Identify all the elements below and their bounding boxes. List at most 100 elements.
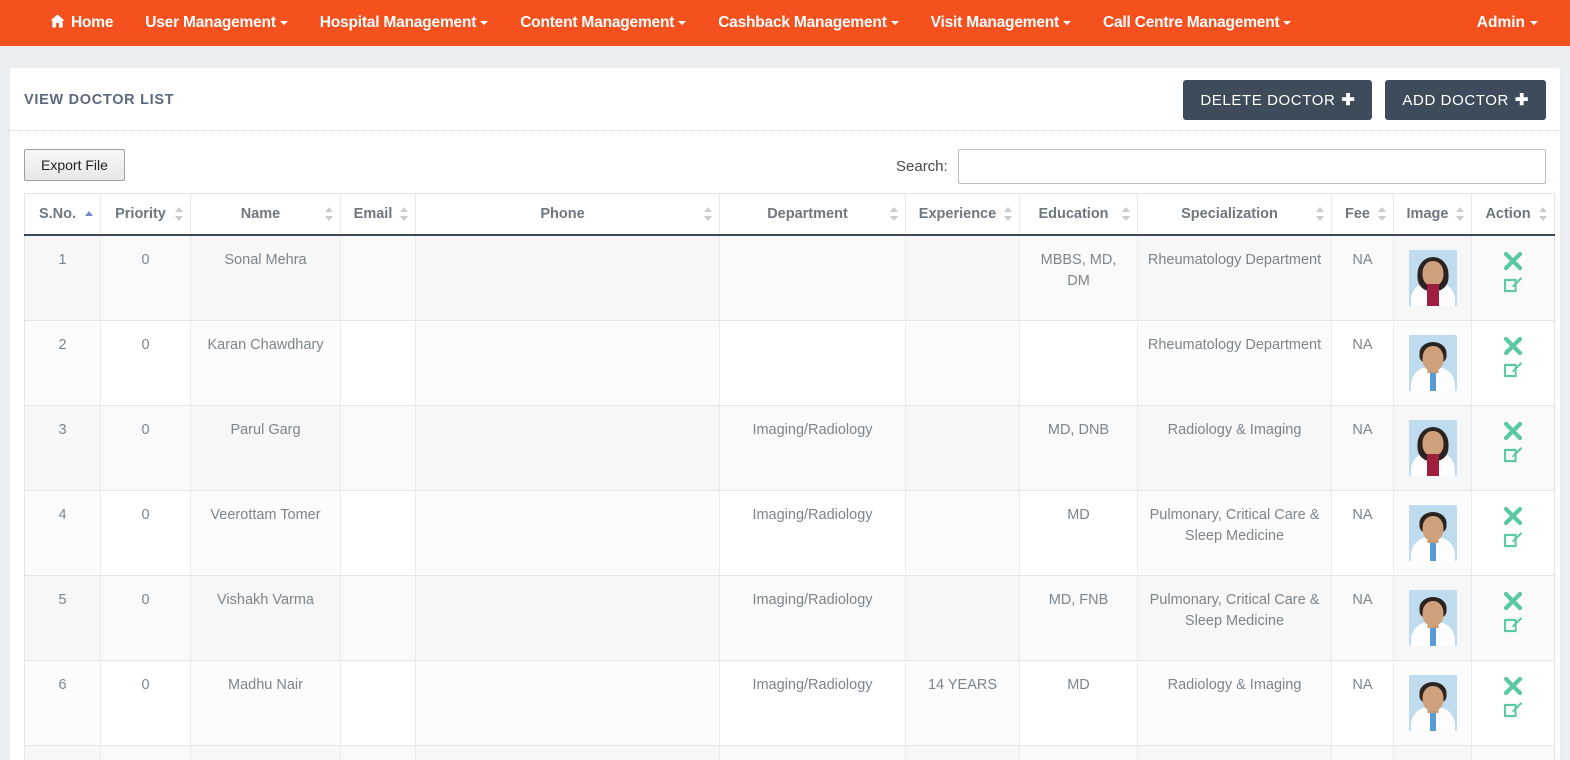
cell-image <box>1393 575 1472 661</box>
export-file-button[interactable]: Export File <box>24 149 125 181</box>
cell-specialization-text: Rheumatology Department <box>1147 337 1322 353</box>
cell-email <box>340 575 416 661</box>
table-row: 5 0 Vishakh Varma Imaging/Radiology MD, FNB P… <box>24 575 1555 661</box>
column-header-action[interactable]: Action <box>1471 193 1555 236</box>
table-row: 3 0 Parul Garg Imaging/Radiology MD, DNB Radi… <box>24 405 1555 491</box>
cell-sno: 5 <box>24 575 101 661</box>
nav-item-visit-management[interactable]: Visit Management <box>915 0 1087 46</box>
nav-item-home[interactable]: Home <box>34 0 129 46</box>
column-header-email[interactable]: Email <box>340 193 416 236</box>
delete-doctor-button[interactable]: DELETE DOCTOR ✚ <box>1183 80 1373 120</box>
cell-education-text: MD, DNB <box>1047 422 1110 438</box>
delete-icon[interactable] <box>1502 420 1524 442</box>
column-header-name[interactable]: Name <box>190 193 341 236</box>
column-header-s-no-[interactable]: S.No. <box>24 193 101 236</box>
cell-department-text: Imaging/Radiology <box>752 422 873 438</box>
nav-item-label: Home <box>71 14 114 31</box>
card-header: VIEW DOCTOR LIST DELETE DOCTOR ✚ ADD DOCT… <box>10 68 1560 131</box>
card-header-actions: DELETE DOCTOR ✚ ADD DOCTOR ✚ <box>1183 80 1546 120</box>
nav-item-hospital-management[interactable]: Hospital Management <box>304 0 504 46</box>
search-container: Search: <box>896 149 1546 184</box>
delete-icon[interactable] <box>1502 505 1524 527</box>
cell-education: MD, IDCC <box>1019 745 1138 760</box>
cell-name: Veerottam Tomer <box>190 490 341 576</box>
sort-arrows-icon <box>1122 206 1131 222</box>
cell-name: Parul Garg <box>190 405 341 491</box>
cell-sno: 7 <box>24 745 101 760</box>
cell-specialization-text: Pulmonary, Critical Care & Sleep Medicin… <box>1149 592 1320 629</box>
cell-name: Sonal Mehra <box>190 235 341 321</box>
cell-fee: NA <box>1331 745 1394 760</box>
doctor-photo-female <box>1408 420 1457 476</box>
cell-image <box>1393 745 1472 760</box>
cell-priority: 0 <box>100 575 191 661</box>
column-header-education[interactable]: Education <box>1019 193 1138 236</box>
doctor-photo-male <box>1408 505 1457 561</box>
add-doctor-button[interactable]: ADD DOCTOR ✚ <box>1385 80 1546 120</box>
cell-sno: 1 <box>24 235 101 321</box>
column-header-department[interactable]: Department <box>719 193 906 236</box>
table-row: 6 0 Madhu Nair Imaging/Radiology 14 YEARS MD R… <box>24 660 1555 746</box>
doctor-list-card: VIEW DOCTOR LIST DELETE DOCTOR ✚ ADD DOCT… <box>10 68 1560 760</box>
cell-department-text: Imaging/Radiology <box>752 677 873 693</box>
chevron-down-icon <box>678 21 687 25</box>
search-input[interactable] <box>957 149 1546 184</box>
nav-item-content-management[interactable]: Content Management <box>504 0 702 46</box>
delete-icon[interactable] <box>1502 250 1524 272</box>
column-header-image[interactable]: Image <box>1393 193 1472 236</box>
column-header-specialization[interactable]: Specialization <box>1137 193 1332 236</box>
nav-item-call-centre-management[interactable]: Call Centre Management <box>1087 0 1307 46</box>
cell-fee: NA <box>1331 490 1394 576</box>
cell-department: Imaging/Radiology <box>719 660 906 746</box>
nav-item-cashback-management[interactable]: Cashback Management <box>702 0 914 46</box>
doctor-table-container: S.No. Priority Name Email Phone Department Exp… <box>10 193 1560 760</box>
cell-education-text: MD <box>1067 507 1090 523</box>
sort-arrows-icon <box>1539 206 1548 222</box>
column-header-label: S.No. <box>38 206 77 222</box>
column-header-fee[interactable]: Fee <box>1331 193 1394 236</box>
delete-icon[interactable] <box>1502 335 1524 357</box>
cell-department <box>719 320 906 406</box>
column-header-experience[interactable]: Experience <box>905 193 1020 236</box>
cell-fee-text: NA <box>1352 677 1373 693</box>
column-header-label: Fee <box>1345 206 1370 222</box>
row-actions <box>1480 675 1546 722</box>
cell-name: Madhu Nair <box>190 660 341 746</box>
edit-icon[interactable] <box>1502 444 1525 467</box>
cell-fee: NA <box>1331 320 1394 406</box>
nav-item-user-management[interactable]: User Management <box>129 0 304 46</box>
chevron-down-icon <box>279 21 288 25</box>
cell-action <box>1471 660 1555 746</box>
cell-priority-text: 0 <box>141 592 150 608</box>
cell-specialization-text: Radiology & Imaging <box>1167 422 1302 438</box>
table-tools: Export File Search: <box>10 131 1560 193</box>
edit-icon[interactable] <box>1502 614 1525 637</box>
cell-education: MD, FNB <box>1019 575 1138 661</box>
nav-item-label: Cashback Management <box>718 14 887 31</box>
edit-icon[interactable] <box>1502 529 1525 552</box>
cell-email <box>340 235 416 321</box>
cell-sno-text: 6 <box>58 677 67 693</box>
edit-icon[interactable] <box>1502 359 1525 382</box>
edit-icon[interactable] <box>1502 699 1525 722</box>
cell-education: MD <box>1019 660 1138 746</box>
plus-icon: ✚ <box>1514 92 1529 109</box>
add-doctor-label: ADD DOCTOR <box>1402 92 1509 109</box>
cell-experience <box>905 575 1020 661</box>
cell-action <box>1471 745 1555 760</box>
cell-experience <box>905 745 1020 760</box>
delete-icon[interactable] <box>1502 590 1524 612</box>
edit-icon[interactable] <box>1502 274 1525 297</box>
cell-specialization: Pulmonary, Critical Care & <box>1137 745 1332 760</box>
nav-item-label: User Management <box>145 14 276 31</box>
page-body: VIEW DOCTOR LIST DELETE DOCTOR ✚ ADD DOCT… <box>0 46 1570 760</box>
cell-priority-text: 0 <box>141 422 150 438</box>
cell-experience <box>905 235 1020 321</box>
column-header-phone[interactable]: Phone <box>415 193 720 236</box>
cell-sno: 2 <box>24 320 101 406</box>
navbar-user-menu[interactable]: Admin <box>1477 14 1548 32</box>
delete-icon[interactable] <box>1502 675 1524 697</box>
table-row: 1 0 Sonal Mehra MBBS, MD, DM Rheumatology De… <box>24 235 1555 321</box>
column-header-priority[interactable]: Priority <box>100 193 191 236</box>
cell-specialization-text: Rheumatology Department <box>1147 252 1322 268</box>
